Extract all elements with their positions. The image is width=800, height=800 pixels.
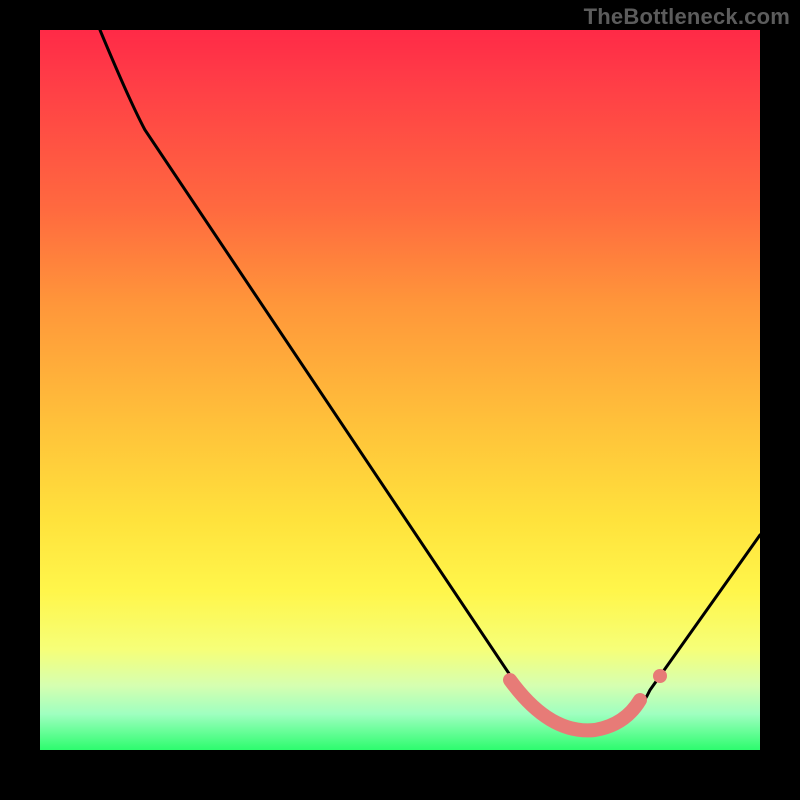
curve-line [100, 30, 760, 731]
chart-frame: TheBottleneck.com [0, 0, 800, 800]
bottleneck-curve [40, 30, 760, 750]
watermark-text: TheBottleneck.com [584, 4, 790, 30]
optimal-zone-highlight [510, 680, 640, 730]
optimal-edge-marker [653, 669, 667, 683]
